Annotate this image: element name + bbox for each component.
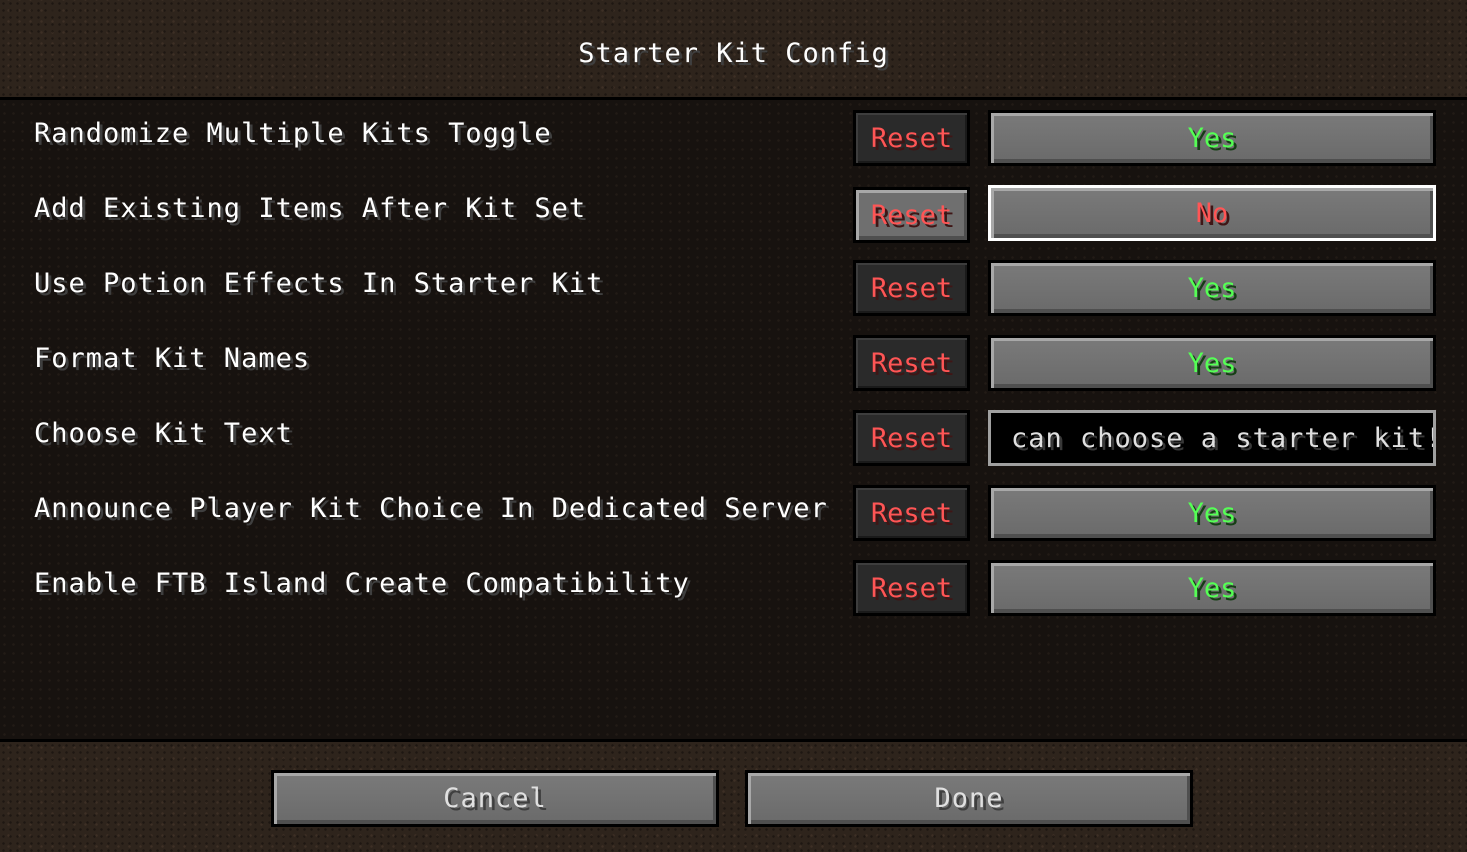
config-row-label: Use Potion Effects In Starter Kit	[34, 268, 604, 299]
toggle-button[interactable]: No	[988, 185, 1436, 241]
config-list[interactable]: Randomize Multiple Kits Toggle Reset Yes…	[0, 97, 1467, 742]
config-row-label: Randomize Multiple Kits Toggle	[34, 118, 552, 149]
reset-button[interactable]: Reset	[853, 485, 970, 541]
reset-button-label: Reset	[870, 422, 953, 454]
config-row-choose-kit-text: Choose Kit Text Reset can choose a start…	[0, 410, 1467, 470]
reset-button-label: Reset	[870, 272, 953, 304]
reset-button-label: Reset	[870, 497, 953, 529]
config-row-use-potion-effects: Use Potion Effects In Starter Kit Reset …	[0, 260, 1467, 320]
reset-button-label: Reset	[870, 122, 953, 154]
page-title: Starter Kit Config	[578, 38, 889, 69]
header: Starter Kit Config	[0, 0, 1467, 97]
toggle-value-label: Yes	[1187, 572, 1237, 604]
reset-button[interactable]: Reset	[853, 110, 970, 166]
reset-button[interactable]: Reset	[853, 410, 970, 466]
config-row-format-kit-names: Format Kit Names Reset Yes	[0, 335, 1467, 395]
text-input-value: can choose a starter kit!	[1011, 422, 1436, 454]
reset-button[interactable]: Reset	[853, 260, 970, 316]
cancel-button[interactable]: Cancel	[271, 770, 719, 827]
reset-button[interactable]: Reset	[853, 335, 970, 391]
done-button-label: Done	[934, 783, 1004, 814]
config-row-label: Announce Player Kit Choice In Dedicated …	[34, 493, 828, 524]
footer: Cancel Done	[0, 742, 1467, 852]
toggle-button[interactable]: Yes	[988, 560, 1436, 616]
toggle-value-label: Yes	[1187, 272, 1237, 304]
text-input[interactable]: can choose a starter kit!	[988, 410, 1436, 466]
toggle-value-label: No	[1195, 197, 1229, 229]
cancel-button-label: Cancel	[443, 783, 547, 814]
config-row-enable-ftb-island: Enable FTB Island Create Compatibility R…	[0, 560, 1467, 620]
config-row-label: Format Kit Names	[34, 343, 311, 374]
toggle-value-label: Yes	[1187, 347, 1237, 379]
reset-button-label: Reset	[870, 572, 953, 604]
toggle-value-label: Yes	[1187, 497, 1237, 529]
reset-button[interactable]: Reset	[853, 187, 970, 243]
config-row-randomize-multiple-kits: Randomize Multiple Kits Toggle Reset Yes	[0, 110, 1467, 170]
config-row-announce-player-kit-choice: Announce Player Kit Choice In Dedicated …	[0, 485, 1467, 545]
config-row-label: Add Existing Items After Kit Set	[34, 193, 587, 224]
reset-button-label: Reset	[870, 347, 953, 379]
reset-button-label: Reset	[870, 199, 953, 231]
config-row-label: Enable FTB Island Create Compatibility	[34, 568, 690, 599]
toggle-button[interactable]: Yes	[988, 335, 1436, 391]
done-button[interactable]: Done	[745, 770, 1193, 827]
config-row-add-existing-items: Add Existing Items After Kit Set Reset N…	[0, 185, 1467, 245]
toggle-button[interactable]: Yes	[988, 485, 1436, 541]
toggle-value-label: Yes	[1187, 122, 1237, 154]
toggle-button[interactable]: Yes	[988, 260, 1436, 316]
config-row-label: Choose Kit Text	[34, 418, 293, 449]
reset-button[interactable]: Reset	[853, 560, 970, 616]
toggle-button[interactable]: Yes	[988, 110, 1436, 166]
